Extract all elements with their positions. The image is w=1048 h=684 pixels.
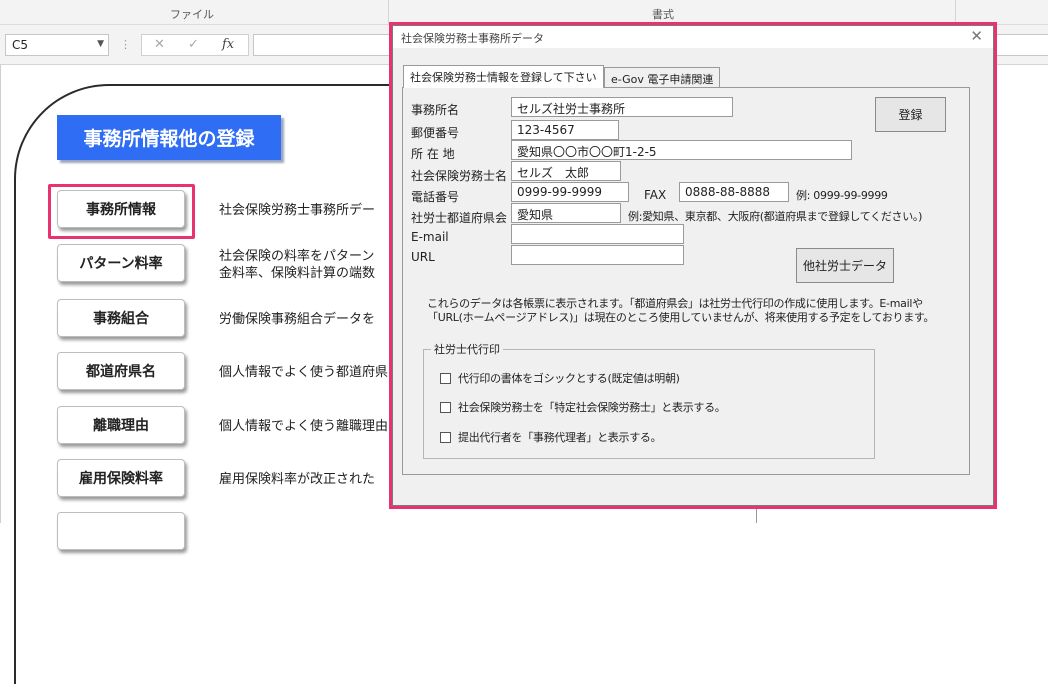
phone-field[interactable]: 0999-99-9999 bbox=[511, 182, 629, 202]
formula-buttons: ✕ ✓ fx bbox=[141, 34, 249, 56]
cancel-icon[interactable]: ✕ bbox=[154, 37, 165, 52]
office-name-field[interactable]: セルズ社労士事務所 bbox=[511, 97, 733, 117]
separation-reason-description: 個人情報でよく使う離職理由 bbox=[219, 419, 389, 434]
checkbox[interactable] bbox=[440, 401, 451, 413]
tab-egov[interactable]: e-Gov 電子申請関連 bbox=[604, 67, 721, 88]
description-line: 社会保険の料率をパターン bbox=[219, 249, 375, 264]
employment-insurance-rate-button[interactable]: 雇用保険料率 bbox=[57, 459, 185, 497]
pattern-rate-button[interactable]: パターン料率 bbox=[57, 244, 185, 282]
dialog-title: 社会保険労務士事務所データ bbox=[401, 32, 544, 45]
prefecture-description: 個人情報でよく使う都道府県 bbox=[219, 365, 389, 380]
register-button[interactable]: 登録 bbox=[875, 97, 946, 132]
option-gothic-font[interactable]: 代行印の書体をゴシックとする(既定値は明朝) bbox=[440, 370, 680, 386]
labor-association-button[interactable]: 事務組合 bbox=[57, 299, 185, 337]
checkbox[interactable] bbox=[440, 372, 451, 384]
close-icon[interactable]: ✕ bbox=[970, 27, 983, 45]
note-line: 「URL(ホームページアドレス)」は現在のところ使用していませんが、将来使用する… bbox=[427, 311, 935, 324]
tab-sr-info[interactable]: 社会保険労務士情報を登録して下さい bbox=[403, 65, 604, 88]
email-label: E-mail bbox=[411, 230, 449, 244]
ribbon-group-file: ファイル bbox=[170, 8, 214, 21]
dialog-titlebar[interactable]: 社会保険労務士事務所データ ✕ bbox=[393, 26, 993, 48]
other-sr-data-button[interactable]: 他社労士データ bbox=[796, 248, 894, 283]
seal-group-title: 社労士代行印 bbox=[431, 341, 503, 357]
name-box[interactable]: C5 ▼ bbox=[5, 34, 109, 56]
fax-label: FAX bbox=[644, 188, 667, 202]
office-name-label: 事務所名 bbox=[411, 103, 460, 117]
office-info-button[interactable]: 事務所情報 bbox=[57, 190, 185, 228]
sr-name-label: 社会保険労務士名 bbox=[411, 169, 508, 183]
option-label: 代行印の書体をゴシックとする(既定値は明朝) bbox=[458, 372, 680, 385]
office-data-dialog: 社会保険労務士事務所データ ✕ 社会保険労務士情報を登録して下さい e-Gov … bbox=[392, 25, 994, 506]
fax-field[interactable]: 0888-88-8888 bbox=[679, 182, 789, 202]
address-label: 所 在 地 bbox=[411, 147, 455, 161]
sr-name-field[interactable]: セルズ 太郎 bbox=[511, 161, 621, 181]
prefecture-example-hint: 例:愛知県、東京都、大阪府(都道府県まで登録してください。) bbox=[628, 210, 923, 223]
prefecture-button[interactable]: 都道府県名 bbox=[57, 352, 185, 390]
option-specified-sr[interactable]: 社会保険労務士を「特定社会保険労務士」と表示する。 bbox=[440, 399, 726, 415]
sheet-edge bbox=[0, 65, 1, 523]
postal-code-field[interactable]: 123-4567 bbox=[511, 120, 619, 140]
partial-menu-button[interactable] bbox=[57, 512, 185, 550]
pattern-rate-description: 社会保険の料率をパターン 金料率、保険料計算の端数 bbox=[219, 248, 375, 282]
address-field[interactable]: 愛知県〇〇市〇〇町1-2-5 bbox=[511, 140, 852, 160]
tab-page-sr-info: 事務所名 セルズ社労士事務所 郵便番号 123-4567 所 在 地 愛知県〇〇… bbox=[402, 87, 970, 475]
labor-association-description: 労働保険事務組合データを bbox=[219, 312, 376, 327]
option-label: 提出代行者を「事務代理者」と表示する。 bbox=[458, 431, 662, 444]
insert-function-icon[interactable]: fx bbox=[222, 37, 234, 52]
email-field[interactable] bbox=[511, 224, 684, 244]
phone-label: 電話番号 bbox=[411, 190, 460, 204]
employment-insurance-description: 雇用保険料率が改正された bbox=[219, 472, 376, 487]
url-label: URL bbox=[411, 250, 435, 264]
checkbox[interactable] bbox=[440, 431, 451, 443]
url-field[interactable] bbox=[511, 245, 684, 265]
more-options-icon[interactable]: ⋮ bbox=[120, 38, 131, 51]
option-label: 社会保険労務士を「特定社会保険労務士」と表示する。 bbox=[458, 401, 726, 414]
description-line: 金料率、保険料計算の端数 bbox=[219, 266, 376, 281]
prefecture-assoc-field[interactable]: 愛知県 bbox=[511, 203, 621, 223]
name-box-value: C5 bbox=[12, 38, 29, 52]
separation-reason-button[interactable]: 離職理由 bbox=[57, 406, 185, 444]
phone-example-hint: 例: 0999-99-9999 bbox=[796, 189, 888, 202]
sheet-title: 事務所情報他の登録 bbox=[57, 115, 281, 160]
option-office-agent[interactable]: 提出代行者を「事務代理者」と表示する。 bbox=[440, 429, 662, 445]
chevron-down-icon[interactable]: ▼ bbox=[97, 39, 104, 49]
office-info-description: 社会保険労務士事務所デー bbox=[219, 203, 376, 218]
prefecture-assoc-label: 社労士都道府県会 bbox=[411, 211, 508, 225]
postal-code-label: 郵便番号 bbox=[411, 126, 460, 140]
ribbon-group-format: 書式 bbox=[652, 8, 674, 21]
enter-icon[interactable]: ✓ bbox=[188, 37, 199, 52]
